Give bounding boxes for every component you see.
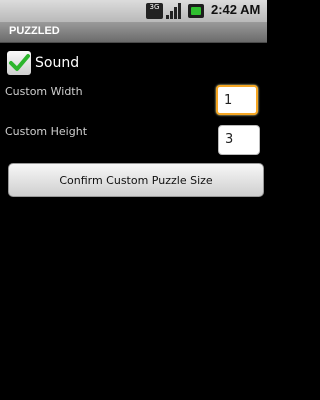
custom-width-label: Custom Width [5, 85, 83, 98]
sound-label: Sound [35, 55, 80, 71]
clock: 2:42 AM [211, 2, 261, 17]
status-bar: 3G 2:42 AM [0, 0, 267, 22]
title-bar: PUZZLED [0, 22, 267, 43]
custom-width-input[interactable]: 1 [216, 85, 258, 115]
signal-icon [166, 3, 183, 19]
sound-checkbox[interactable] [7, 51, 31, 75]
confirm-custom-size-button[interactable]: Confirm Custom Puzzle Size [8, 163, 264, 197]
app-title: PUZZLED [9, 25, 60, 37]
checkmark-icon [9, 54, 30, 71]
network-3g-icon: 3G [146, 3, 163, 19]
custom-height-label: Custom Height [5, 125, 88, 138]
battery-icon [188, 4, 204, 18]
custom-height-input[interactable]: 3 [218, 125, 260, 155]
